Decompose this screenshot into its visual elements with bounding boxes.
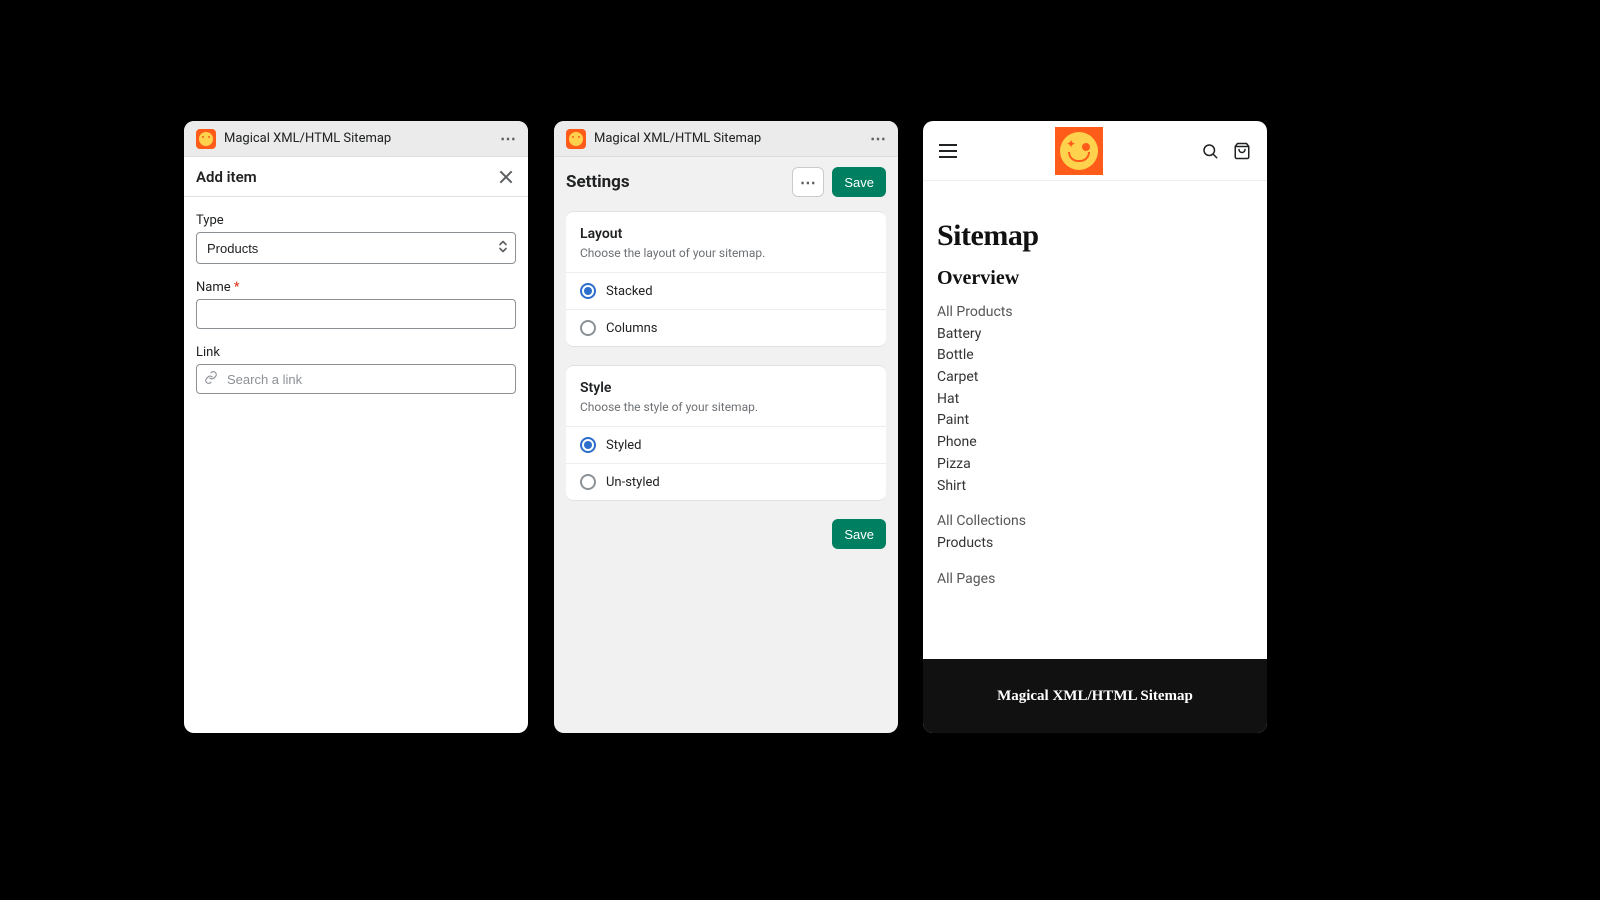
settings-title-bar: Settings ⋯ Save [554, 157, 898, 211]
style-desc: Choose the style of your sitemap. [580, 400, 872, 414]
style-option-styled[interactable]: Styled [566, 426, 886, 463]
collections-group: All Collections Products [937, 511, 1253, 554]
radio-icon [580, 437, 596, 453]
list-item[interactable]: Bottle [937, 345, 1253, 367]
style-heading: Style [580, 380, 872, 396]
list-item[interactable]: Phone [937, 432, 1253, 454]
layout-heading: Layout [580, 226, 872, 242]
add-item-panel: Magical XML/HTML Sitemap ⋯ Add item Type… [184, 121, 528, 733]
style-option-unstyled[interactable]: Un-styled [566, 463, 886, 500]
save-button[interactable]: Save [832, 167, 886, 197]
pages-group: All Pages [937, 569, 1253, 591]
radio-icon [580, 474, 596, 490]
storefront-header [923, 121, 1267, 181]
page-title: Sitemap [937, 219, 1253, 253]
more-button[interactable]: ⋯ [792, 167, 824, 197]
app-logo-icon [566, 129, 586, 149]
app-name: Magical XML/HTML Sitemap [224, 131, 492, 146]
all-collections-link[interactable]: All Collections [937, 511, 1253, 533]
app-header: Magical XML/HTML Sitemap ⋯ [554, 121, 898, 157]
settings-title: Settings [566, 172, 784, 192]
list-item[interactable]: Hat [937, 389, 1253, 411]
name-label: Name * [196, 280, 516, 295]
list-item[interactable]: Carpet [937, 367, 1253, 389]
storefront-footer: Magical XML/HTML Sitemap [923, 659, 1267, 733]
app-header: Magical XML/HTML Sitemap ⋯ [184, 121, 528, 157]
storefront-preview: Sitemap Overview All Products BatteryBot… [923, 121, 1267, 733]
link-label: Link [196, 345, 516, 360]
layout-option-stacked[interactable]: Stacked [566, 272, 886, 309]
layout-card: Layout Choose the layout of your sitemap… [566, 211, 886, 347]
all-products-link[interactable]: All Products [937, 302, 1253, 324]
store-logo-icon[interactable] [1055, 127, 1103, 175]
more-options-button[interactable]: ⋯ [500, 129, 516, 148]
cart-icon[interactable] [1233, 142, 1251, 160]
type-select[interactable]: Products [196, 232, 516, 264]
style-card: Style Choose the style of your sitemap. … [566, 365, 886, 501]
list-item[interactable]: Paint [937, 410, 1253, 432]
search-icon[interactable] [1201, 142, 1219, 160]
radio-icon [580, 283, 596, 299]
settings-panel: Magical XML/HTML Sitemap ⋯ Settings ⋯ Sa… [554, 121, 898, 733]
footer-save-button[interactable]: Save [832, 519, 886, 549]
list-item[interactable]: Products [937, 533, 1253, 555]
layout-option-columns[interactable]: Columns [566, 309, 886, 346]
radio-icon [580, 320, 596, 336]
footer-text: Magical XML/HTML Sitemap [997, 688, 1193, 705]
list-item[interactable]: Pizza [937, 454, 1253, 476]
close-icon[interactable] [496, 167, 516, 187]
link-input[interactable] [196, 364, 516, 394]
more-options-button[interactable]: ⋯ [870, 129, 886, 148]
name-input[interactable] [196, 299, 516, 329]
layout-desc: Choose the layout of your sitemap. [580, 246, 872, 260]
type-label: Type [196, 213, 516, 228]
panel-title: Add item [196, 168, 257, 186]
section-heading: Overview [937, 267, 1253, 290]
collections-list: Products [937, 533, 1253, 555]
app-logo-icon [196, 129, 216, 149]
list-item[interactable]: Shirt [937, 476, 1253, 498]
products-list: BatteryBottleCarpetHatPaintPhonePizzaShi… [937, 324, 1253, 498]
app-name: Magical XML/HTML Sitemap [594, 131, 862, 146]
hamburger-menu-icon[interactable] [939, 144, 957, 158]
panel-title-bar: Add item [184, 157, 528, 197]
all-pages-link[interactable]: All Pages [937, 569, 1253, 591]
list-item[interactable]: Battery [937, 324, 1253, 346]
link-icon [204, 370, 218, 389]
products-group: All Products BatteryBottleCarpetHatPaint… [937, 302, 1253, 497]
